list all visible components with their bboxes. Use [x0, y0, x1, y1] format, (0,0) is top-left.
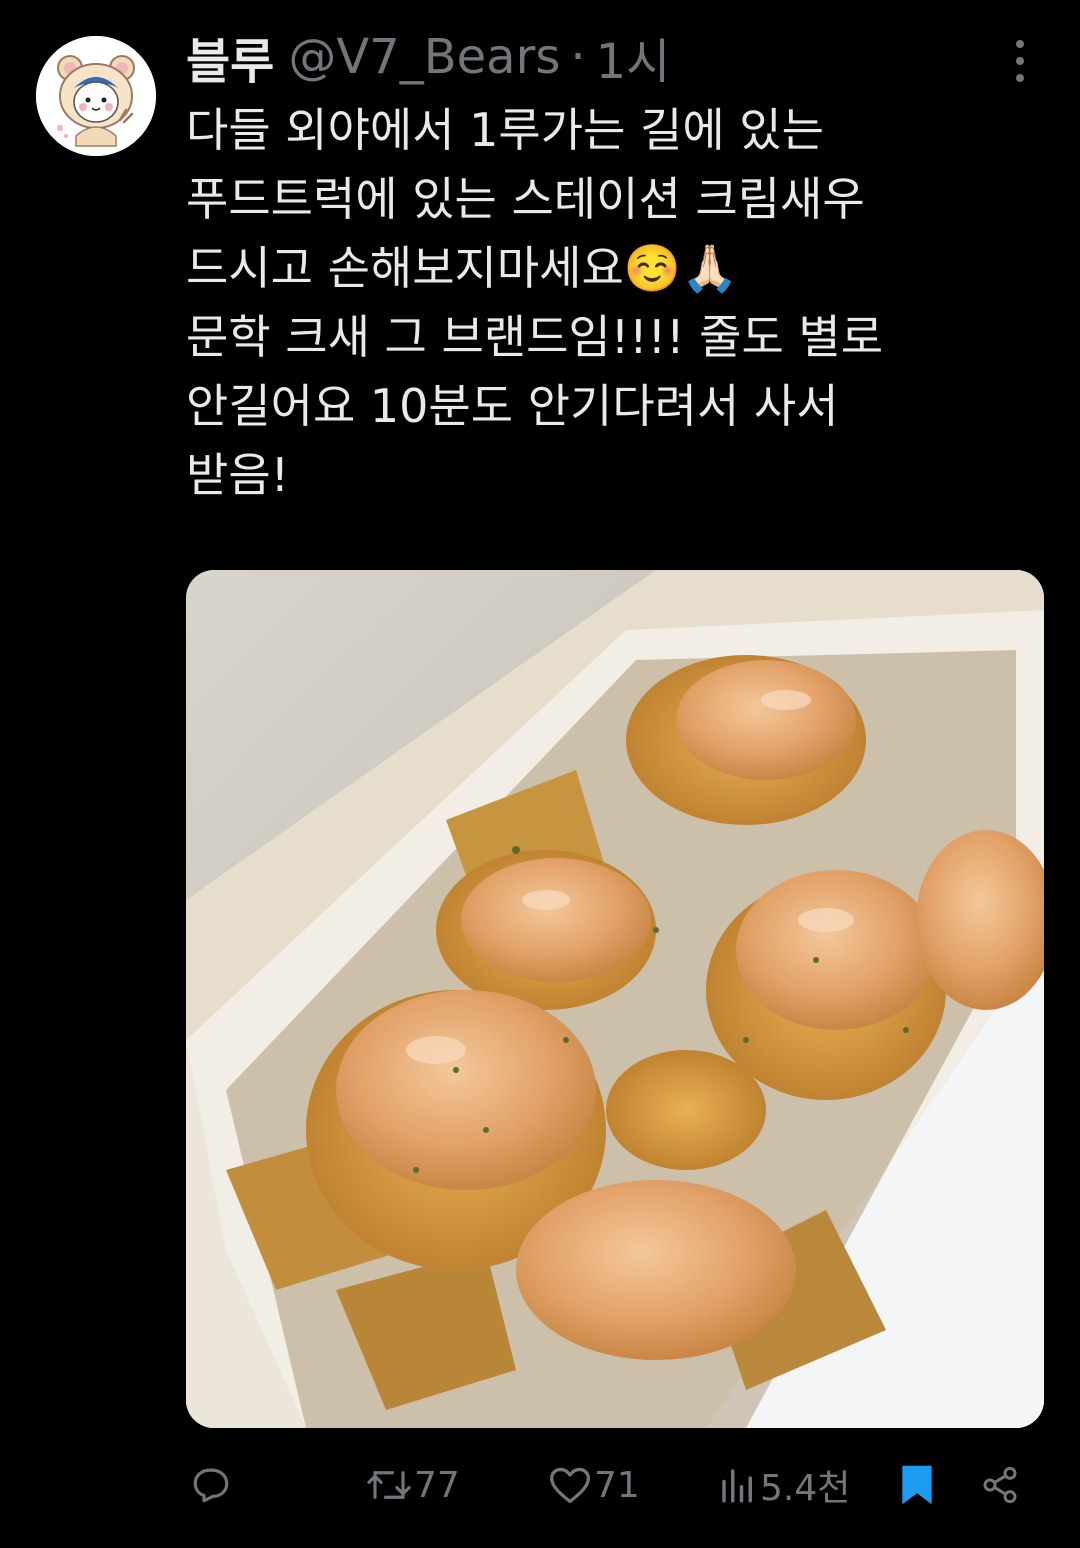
retweet-icon [367, 1471, 411, 1499]
tweet-text: 다들 외야에서 1루가는 길에 있는 푸드트럭에 있는 스테이션 크림새우 드시… [186, 96, 1046, 510]
bookmark-button[interactable] [898, 1455, 936, 1515]
share-button[interactable] [980, 1455, 1020, 1515]
like-button[interactable]: 71 [548, 1455, 640, 1515]
tweet-text-line: 안길어요 10분도 안기다려서 사서 [186, 379, 839, 433]
views-count: 5.4천 [760, 1468, 851, 1509]
tweet: 블루 @V7_Bears · 1시 다들 외야에서 1루가는 길에 있는 푸드트… [0, 0, 1080, 1548]
avatar[interactable] [36, 36, 156, 156]
share-icon [983, 1466, 1017, 1504]
separator-dot: · [570, 29, 586, 85]
food-photo [186, 570, 1044, 1428]
views-icon [722, 1469, 752, 1503]
tweet-timestamp[interactable]: 1시 [596, 22, 671, 92]
heart-icon [550, 1467, 590, 1504]
retweet-count: 77 [414, 1464, 460, 1506]
reply-button[interactable] [190, 1455, 232, 1515]
tweet-photo[interactable] [186, 570, 1044, 1428]
tweet-text-line: 문학 크새 그 브랜드임!!!! 줄도 별로 [186, 310, 884, 364]
avatar-image [36, 36, 156, 156]
tweet-text-line: 드시고 손해보지마세요☺️🙏🏻 [186, 241, 739, 295]
tweet-text-line: 푸드트럭에 있는 스테이션 크림새우 [186, 172, 865, 226]
tweet-text-line: 받음! [186, 448, 290, 502]
views-button[interactable]: 5.4천 [718, 1455, 850, 1515]
display-name[interactable]: 블루 [186, 22, 274, 92]
tweet-action-bar: 77 71 5.4천 [186, 1455, 1046, 1515]
tweet-header: 블루 @V7_Bears · 1시 [186, 22, 670, 92]
tweet-text-line: 다들 외야에서 1루가는 길에 있는 [186, 103, 824, 157]
retweet-button[interactable]: 77 [366, 1455, 460, 1515]
user-handle[interactable]: @V7_Bears [288, 29, 560, 85]
reply-icon [193, 1468, 229, 1503]
like-count: 71 [594, 1464, 640, 1506]
more-options-icon[interactable] [1000, 36, 1040, 86]
bookmark-icon [902, 1465, 932, 1505]
